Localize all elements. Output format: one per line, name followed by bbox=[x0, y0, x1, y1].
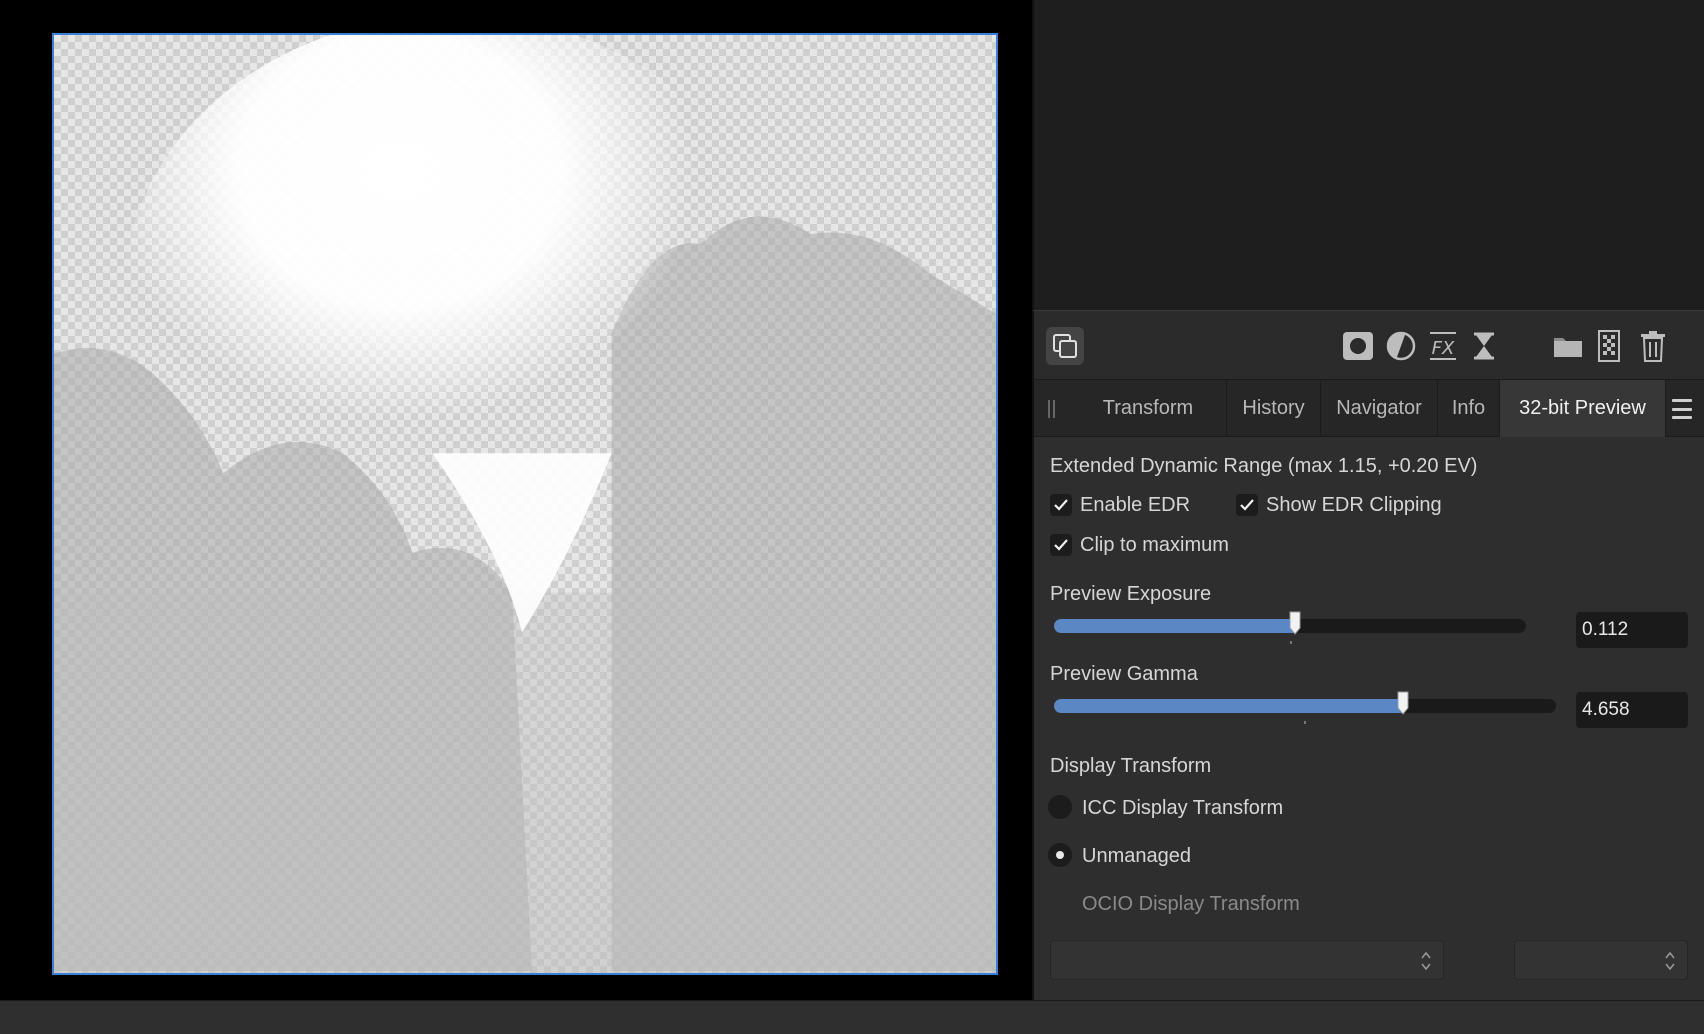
edr-heading: Extended Dynamic Range (max 1.15, +0.20 … bbox=[1050, 455, 1478, 477]
tab-32bit-preview[interactable]: 32-bit Preview bbox=[1500, 380, 1666, 437]
group-button[interactable] bbox=[1549, 327, 1587, 365]
enable-edr-checkbox[interactable] bbox=[1050, 494, 1072, 516]
display-transform-heading: Display Transform bbox=[1050, 755, 1212, 777]
slider-center-tick bbox=[1304, 721, 1306, 724]
slider-fill bbox=[1054, 619, 1295, 633]
show-edr-clipping-label: Show EDR Clipping bbox=[1266, 494, 1442, 516]
preview-gamma-slider[interactable] bbox=[1054, 691, 1556, 724]
layers-toolbar: FX bbox=[1032, 310, 1704, 380]
adjustment-button[interactable] bbox=[1382, 327, 1420, 365]
trash-icon bbox=[1641, 331, 1665, 362]
mask-button[interactable] bbox=[1339, 327, 1377, 365]
checkmark-icon bbox=[1240, 499, 1254, 511]
mask-icon bbox=[1343, 332, 1373, 360]
live-filter-icon bbox=[1474, 332, 1494, 360]
checker-icon bbox=[1598, 330, 1620, 362]
clip-to-maximum-label: Clip to maximum bbox=[1080, 534, 1229, 556]
canvas-area[interactable] bbox=[0, 0, 1032, 1000]
unmanaged-radio[interactable] bbox=[1048, 843, 1072, 867]
status-bar bbox=[0, 1000, 1704, 1034]
icc-display-transform-label: ICC Display Transform bbox=[1082, 797, 1284, 819]
slider-center-tick bbox=[1290, 641, 1292, 644]
checkmark-icon bbox=[1054, 499, 1068, 511]
tab-navigator[interactable]: Navigator bbox=[1321, 380, 1438, 437]
preview-exposure-slider[interactable] bbox=[1054, 611, 1526, 644]
folder-icon bbox=[1554, 338, 1582, 357]
unmanaged-label: Unmanaged bbox=[1082, 845, 1191, 867]
icc-display-transform-radio[interactable] bbox=[1048, 795, 1072, 819]
tab-info[interactable]: Info bbox=[1438, 380, 1500, 437]
ocio-device-select[interactable] bbox=[1050, 940, 1444, 980]
preview-exposure-label: Preview Exposure bbox=[1050, 583, 1212, 605]
stepper-arrows-icon bbox=[1421, 951, 1431, 971]
fx-icon: FX bbox=[1430, 332, 1456, 360]
slider-thumb[interactable] bbox=[1289, 611, 1301, 635]
delete-button[interactable] bbox=[1634, 327, 1672, 365]
clip-to-maximum-checkbox[interactable] bbox=[1050, 534, 1072, 556]
slider-fill bbox=[1054, 699, 1403, 713]
panel-menu-icon[interactable] bbox=[1672, 399, 1692, 419]
checkmark-icon bbox=[1054, 539, 1068, 551]
preview-gamma-label: Preview Gamma bbox=[1050, 663, 1198, 685]
checker-button[interactable] bbox=[1590, 327, 1628, 365]
preview-exposure-input[interactable]: 0.112 bbox=[1576, 612, 1688, 648]
show-edr-clipping-checkbox[interactable] bbox=[1236, 494, 1258, 516]
slider-thumb[interactable] bbox=[1397, 691, 1409, 715]
tab-transform[interactable]: Transform bbox=[1070, 380, 1227, 437]
layers-mode-button[interactable] bbox=[1046, 327, 1084, 365]
preview-gamma-input[interactable]: 4.658 bbox=[1576, 692, 1688, 728]
ocio-display-transform-label: OCIO Display Transform bbox=[1082, 893, 1300, 915]
panel-grip-handle[interactable] bbox=[1048, 400, 1056, 418]
document-artboard[interactable] bbox=[52, 33, 998, 975]
ocio-view-select[interactable] bbox=[1514, 940, 1688, 980]
layers-mode-icon bbox=[1053, 334, 1077, 358]
photo-image bbox=[54, 35, 996, 973]
stepper-arrows-icon bbox=[1665, 951, 1675, 971]
live-filter-button[interactable] bbox=[1465, 327, 1503, 365]
panel-empty-area bbox=[1032, 0, 1704, 310]
studio-panel-32bit-preview: Transform History Navigator Info 32-bit … bbox=[1032, 380, 1704, 1000]
svg-text:FX: FX bbox=[1432, 338, 1455, 359]
fx-button[interactable]: FX bbox=[1424, 327, 1462, 365]
panel-tab-strip: Transform History Navigator Info 32-bit … bbox=[1034, 380, 1704, 437]
tab-history[interactable]: History bbox=[1227, 380, 1321, 437]
adjustment-icon bbox=[1386, 331, 1416, 361]
enable-edr-label: Enable EDR bbox=[1080, 494, 1191, 516]
